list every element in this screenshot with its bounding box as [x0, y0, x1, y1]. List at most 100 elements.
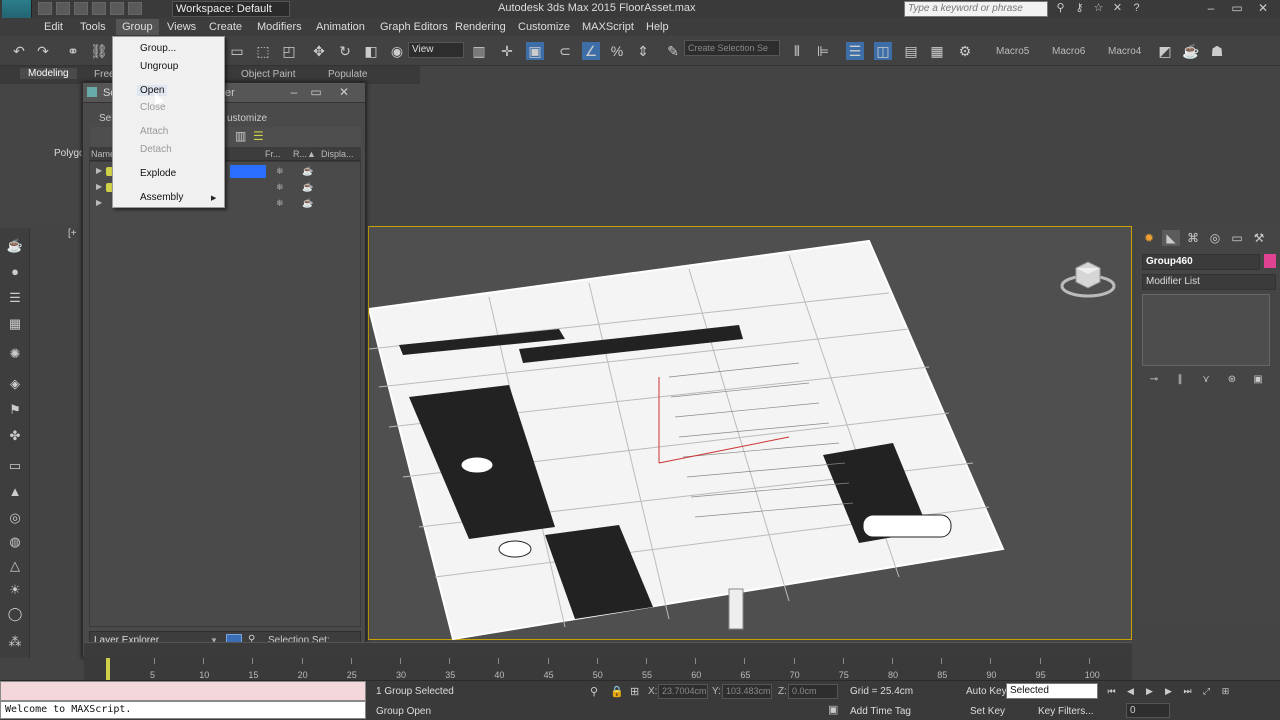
- space-warp-icon[interactable]: ✤: [6, 428, 24, 444]
- menu-item-group[interactable]: Group...: [140, 43, 176, 54]
- menu-customize[interactable]: Customize: [518, 21, 570, 33]
- isolate-icon[interactable]: ⚲: [590, 685, 598, 698]
- menu-help[interactable]: Help: [646, 21, 669, 33]
- binoculars-icon[interactable]: ⚲: [1054, 2, 1067, 15]
- redo-icon[interactable]: [110, 2, 124, 15]
- filter-icon[interactable]: ▥: [235, 129, 246, 143]
- spinner-snap-icon[interactable]: ⇕: [634, 42, 652, 60]
- modifier-list-dropdown[interactable]: Modifier List: [1142, 274, 1276, 290]
- menu-animation[interactable]: Animation: [316, 21, 365, 33]
- minimize-icon[interactable]: –: [285, 85, 303, 99]
- maxscript-input[interactable]: [0, 681, 366, 701]
- named-selection-sets-dropdown[interactable]: Create Selection Se: [684, 40, 780, 56]
- lock-selection-icon[interactable]: 🔒: [610, 685, 624, 698]
- select-and-link-icon[interactable]: ⚭: [64, 42, 82, 60]
- minimize-icon[interactable]: –: [1198, 0, 1224, 16]
- maximize-icon[interactable]: ▭: [307, 85, 325, 99]
- menu-tools[interactable]: Tools: [80, 21, 106, 33]
- schematic-view-icon[interactable]: ⚙: [956, 42, 974, 60]
- go-to-start-icon[interactable]: ⏮: [1104, 684, 1119, 698]
- workspace-dropdown[interactable]: Workspace: Default: [172, 1, 290, 17]
- absolute-mode-icon[interactable]: ⊞: [630, 685, 639, 698]
- column-frozen[interactable]: Fr...: [265, 149, 281, 159]
- tab-populate[interactable]: Populate: [328, 69, 367, 80]
- select-and-move-icon[interactable]: ✥: [310, 42, 328, 60]
- tab-modeling[interactable]: Modeling: [20, 68, 77, 79]
- help-icon[interactable]: ?: [1130, 2, 1143, 15]
- project-folder-icon[interactable]: [128, 2, 142, 15]
- graphite-toolbox-icon[interactable]: ▤: [902, 42, 920, 60]
- select-and-scale-icon[interactable]: ◧: [362, 42, 380, 60]
- open-file-icon[interactable]: [56, 2, 70, 15]
- column-display[interactable]: Displa...: [321, 149, 354, 159]
- sphere-icon[interactable]: ●: [6, 264, 24, 280]
- maximize-icon[interactable]: ▭: [1224, 0, 1250, 16]
- torus-icon[interactable]: ◎: [6, 510, 24, 526]
- particles-icon[interactable]: ⁂: [6, 634, 24, 650]
- placement-icon[interactable]: ◉: [388, 42, 406, 60]
- time-tag-icon[interactable]: ▣: [828, 703, 838, 716]
- menu-item-close[interactable]: Close: [140, 102, 166, 113]
- motion-tab-icon[interactable]: ◎: [1206, 230, 1224, 246]
- viewcube[interactable]: [1060, 256, 1116, 300]
- pin-stack-icon[interactable]: ⊸: [1146, 374, 1162, 388]
- select-manipulate-icon[interactable]: ✛: [498, 42, 516, 60]
- render-icon[interactable]: ☗: [1208, 42, 1226, 60]
- menu-views[interactable]: Views: [167, 21, 196, 33]
- freeze-icon[interactable]: ❄: [276, 182, 284, 193]
- y-coordinate-field[interactable]: 103.483cm: [722, 684, 772, 699]
- time-slider[interactable]: [84, 642, 1132, 658]
- menu-create[interactable]: Create: [209, 21, 242, 33]
- se-menu-customize[interactable]: ustomize: [227, 113, 267, 124]
- show-end-result-icon[interactable]: ∥: [1172, 374, 1188, 388]
- percent-snap-icon[interactable]: %: [608, 42, 626, 60]
- expand-icon[interactable]: ▶: [96, 182, 102, 191]
- edit-named-selection-icon[interactable]: ✎: [664, 42, 682, 60]
- sun-icon[interactable]: ☀: [6, 582, 24, 598]
- utilities-tab-icon[interactable]: ⚒: [1250, 230, 1268, 246]
- unlink-icon[interactable]: ⛓: [90, 42, 108, 60]
- render-teapot-icon[interactable]: ☕: [302, 198, 313, 209]
- star-icon[interactable]: ☆: [1092, 2, 1105, 15]
- select-object-icon[interactable]: ▭: [228, 42, 246, 60]
- list-icon[interactable]: ☰: [6, 290, 24, 306]
- box-icon[interactable]: ▭: [6, 458, 24, 474]
- mirror-icon[interactable]: ⫴: [788, 42, 806, 60]
- set-key-button[interactable]: Set Key: [970, 706, 1005, 717]
- exchange-icon[interactable]: ✕: [1111, 2, 1124, 15]
- camera-icon[interactable]: ◈: [6, 376, 24, 392]
- viewport-label[interactable]: [+: [68, 228, 77, 239]
- cone-icon[interactable]: ▲: [6, 484, 24, 500]
- add-time-tag-button[interactable]: Add Time Tag: [850, 706, 911, 717]
- menu-item-detach[interactable]: Detach: [140, 144, 172, 155]
- track-bar[interactable]: 5 10 15 20 25 30 35 40 45 50 55 60 65 70 75 80 85 90 95 100: [84, 658, 1132, 680]
- zoom-extents-icon[interactable]: ⤢: [1199, 684, 1214, 698]
- go-to-end-icon[interactable]: ⏭: [1180, 684, 1195, 698]
- save-file-icon[interactable]: [74, 2, 88, 15]
- undo-icon[interactable]: [92, 2, 106, 15]
- current-frame-field[interactable]: 0: [1126, 703, 1170, 718]
- search-input[interactable]: Type a keyword or phrase: [904, 1, 1048, 17]
- angle-snap-icon[interactable]: ∠: [582, 42, 600, 60]
- material-editor-icon[interactable]: ◩: [1156, 42, 1174, 60]
- tab-object-paint[interactable]: Object Paint: [241, 69, 295, 80]
- current-frame-marker[interactable]: [106, 658, 110, 680]
- layer-explorer-toggle-icon[interactable]: ◫: [874, 42, 892, 60]
- teapot-icon[interactable]: ☕: [6, 238, 24, 254]
- key-icon[interactable]: ⚷: [1073, 2, 1086, 15]
- maxscript-listener[interactable]: Welcome to MAXScript.: [0, 701, 366, 719]
- tube-icon[interactable]: ◯: [6, 606, 24, 622]
- configure-sets-icon[interactable]: ▣: [1250, 374, 1266, 388]
- reference-coordinate-dropdown[interactable]: View: [408, 42, 464, 58]
- light-icon[interactable]: ✺: [6, 346, 24, 362]
- x-coordinate-field[interactable]: 23.7004cm: [658, 684, 708, 699]
- macro4-button[interactable]: Macro4: [1108, 46, 1141, 57]
- macro5-button[interactable]: Macro5: [996, 46, 1029, 57]
- layer-icon[interactable]: ☰: [253, 129, 264, 143]
- next-frame-icon[interactable]: ▶: [1161, 684, 1176, 698]
- modify-tab-icon[interactable]: ◣: [1162, 230, 1180, 246]
- previous-frame-icon[interactable]: ◀: [1123, 684, 1138, 698]
- pivot-center-icon[interactable]: ▥: [470, 42, 488, 60]
- render-setup-icon[interactable]: ☕: [1182, 42, 1200, 60]
- menu-rendering[interactable]: Rendering: [455, 21, 506, 33]
